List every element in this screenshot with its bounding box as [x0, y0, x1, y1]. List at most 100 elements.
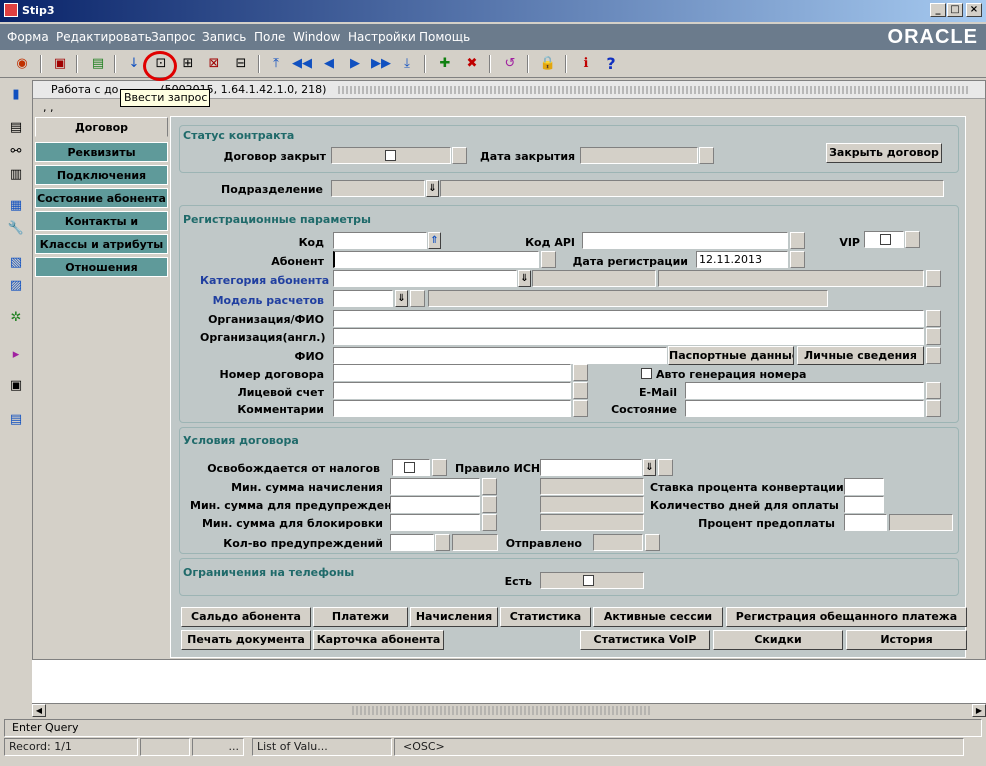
contract-no-input[interactable] [333, 364, 571, 381]
exit-icon[interactable]: ◉ [12, 54, 32, 74]
min-warn-input[interactable] [390, 496, 480, 513]
maximize-button[interactable]: □ [947, 3, 963, 17]
menu-settings[interactable]: Настройки [348, 30, 416, 44]
next-record-icon[interactable]: ▶ [345, 54, 365, 74]
contract-closed-checkbox[interactable] [385, 150, 396, 161]
insert-record-icon[interactable]: ✚ [435, 54, 455, 74]
subscriber-lov[interactable] [541, 251, 556, 268]
minimize-button[interactable]: _ [930, 3, 946, 17]
min-warn-lov[interactable] [482, 496, 497, 513]
download-icon[interactable]: ↓ [124, 54, 144, 74]
cancel-query-icon[interactable]: ⊠ [204, 54, 224, 74]
tab-subscriber-state[interactable]: Состояние абонента [35, 188, 168, 208]
close-contract-button[interactable]: Закрыть договор [826, 143, 942, 163]
min-block-input[interactable] [390, 514, 480, 531]
prepay-input[interactable] [844, 514, 887, 531]
menu-help[interactable]: Помощь [419, 30, 470, 44]
execute-query-icon[interactable]: ⊞ [178, 54, 198, 74]
personal-info-button[interactable]: Личные сведения [797, 346, 924, 365]
model-down-arrow[interactable]: ⇓ [395, 290, 408, 307]
balance-button[interactable]: Сальдо абонента [181, 607, 311, 627]
statistics-button[interactable]: Статистика [500, 607, 591, 627]
isn-rule-lov[interactable] [658, 459, 673, 476]
menu-window[interactable]: Window [293, 30, 340, 44]
email-lov[interactable] [926, 382, 941, 399]
delete-record-icon[interactable]: ✖ [462, 54, 482, 74]
pay-days-input[interactable] [844, 496, 884, 513]
help-icon[interactable]: ? [601, 54, 621, 74]
account-lov[interactable] [573, 382, 588, 399]
close-button[interactable]: × [966, 3, 982, 17]
comments-input[interactable] [333, 400, 571, 417]
conv-rate-input[interactable] [844, 478, 884, 495]
next-block-icon[interactable]: ▶▶ [371, 54, 391, 74]
edit-icon[interactable]: ▦ [6, 196, 26, 216]
first-record-icon[interactable]: ⤒ [266, 54, 286, 74]
contract-no-lov[interactable] [573, 364, 588, 381]
menu-edit[interactable]: Редактировать [56, 30, 152, 44]
tab-relations[interactable]: Отношения [35, 257, 168, 277]
list-icon[interactable]: ▨ [6, 276, 26, 296]
state-lov[interactable] [926, 400, 941, 417]
min-charge-input[interactable] [390, 478, 480, 495]
category-input[interactable] [333, 270, 517, 287]
prev-record-icon[interactable]: ◀ [319, 54, 339, 74]
org-input[interactable] [333, 310, 924, 327]
horizontal-scrollbar[interactable]: ◀ ▶ [32, 703, 986, 717]
phones-have-checkbox[interactable] [583, 575, 594, 586]
tools-icon[interactable]: ✲ [6, 308, 26, 328]
contract-closed-lov[interactable] [452, 147, 467, 164]
model-input[interactable] [333, 290, 393, 307]
charges-button[interactable]: Начисления [410, 607, 498, 627]
division-down-arrow[interactable]: ⇓ [426, 180, 439, 197]
fio-lov[interactable] [926, 347, 941, 364]
history-button[interactable]: История [846, 630, 967, 650]
min-charge-lov[interactable] [482, 478, 497, 495]
print-document-button[interactable]: Печать документа [181, 630, 311, 650]
warn-count-lov[interactable] [435, 534, 450, 551]
account-input[interactable] [333, 382, 571, 399]
menu-record[interactable]: Запись [202, 30, 246, 44]
payments-button[interactable]: Платежи [313, 607, 408, 627]
vip-checkbox[interactable] [880, 234, 891, 245]
voip-statistics-button[interactable]: Статистика VoIP [580, 630, 710, 650]
save-icon[interactable]: ▣ [50, 54, 70, 74]
fio-input[interactable] [333, 347, 667, 364]
tab-requisites[interactable]: Реквизиты договора [35, 142, 168, 179]
auto-gen-checkbox[interactable] [641, 368, 652, 379]
document-icon[interactable]: ▤ [6, 118, 26, 138]
org-en-input[interactable] [333, 328, 924, 345]
org-en-lov[interactable] [926, 328, 941, 345]
close-date-lov[interactable] [699, 147, 714, 164]
scroll-left-icon[interactable]: ◀ [32, 704, 46, 717]
menu-form[interactable]: Форма [7, 30, 49, 44]
reg-date-lov[interactable] [790, 251, 805, 268]
last-record-icon[interactable]: ⤓ [397, 54, 417, 74]
min-block-lov[interactable] [482, 514, 497, 531]
promised-payment-button[interactable]: Регистрация обещанного платежа [726, 607, 967, 627]
tax-free-lov[interactable] [432, 459, 447, 476]
tax-free-checkbox[interactable] [404, 462, 415, 473]
tab-contacts[interactable]: Контакты и кураторы [35, 211, 168, 248]
state-input[interactable] [685, 400, 924, 417]
menu-query[interactable]: Запрос [151, 30, 195, 44]
warn-count-input[interactable] [390, 534, 434, 551]
wrench-icon[interactable]: 🔧 [6, 219, 26, 239]
tab-contract[interactable]: Договор [35, 117, 168, 137]
code-up-arrow[interactable]: ⇑ [428, 232, 441, 249]
code-api-lov[interactable] [790, 232, 805, 249]
category-lov[interactable] [926, 270, 941, 287]
tree-icon[interactable]: ⚯ [6, 142, 26, 162]
scroll-thumb[interactable] [352, 706, 652, 715]
info-icon[interactable]: ℹ [576, 54, 596, 74]
print-icon[interactable]: ▤ [88, 54, 108, 74]
passport-button[interactable]: Паспортные данные [668, 346, 794, 365]
code-api-input[interactable] [582, 232, 788, 249]
model-lov[interactable] [410, 290, 425, 307]
print-preview-icon[interactable]: ▥ [6, 165, 26, 185]
door-icon[interactable]: ▮ [6, 85, 26, 105]
prev-block-icon[interactable]: ◀◀ [292, 54, 312, 74]
camera-icon[interactable]: ▣ [6, 376, 26, 396]
isn-rule-down-arrow[interactable]: ⇓ [643, 459, 656, 476]
tab-connections[interactable]: Подключения [35, 165, 168, 185]
